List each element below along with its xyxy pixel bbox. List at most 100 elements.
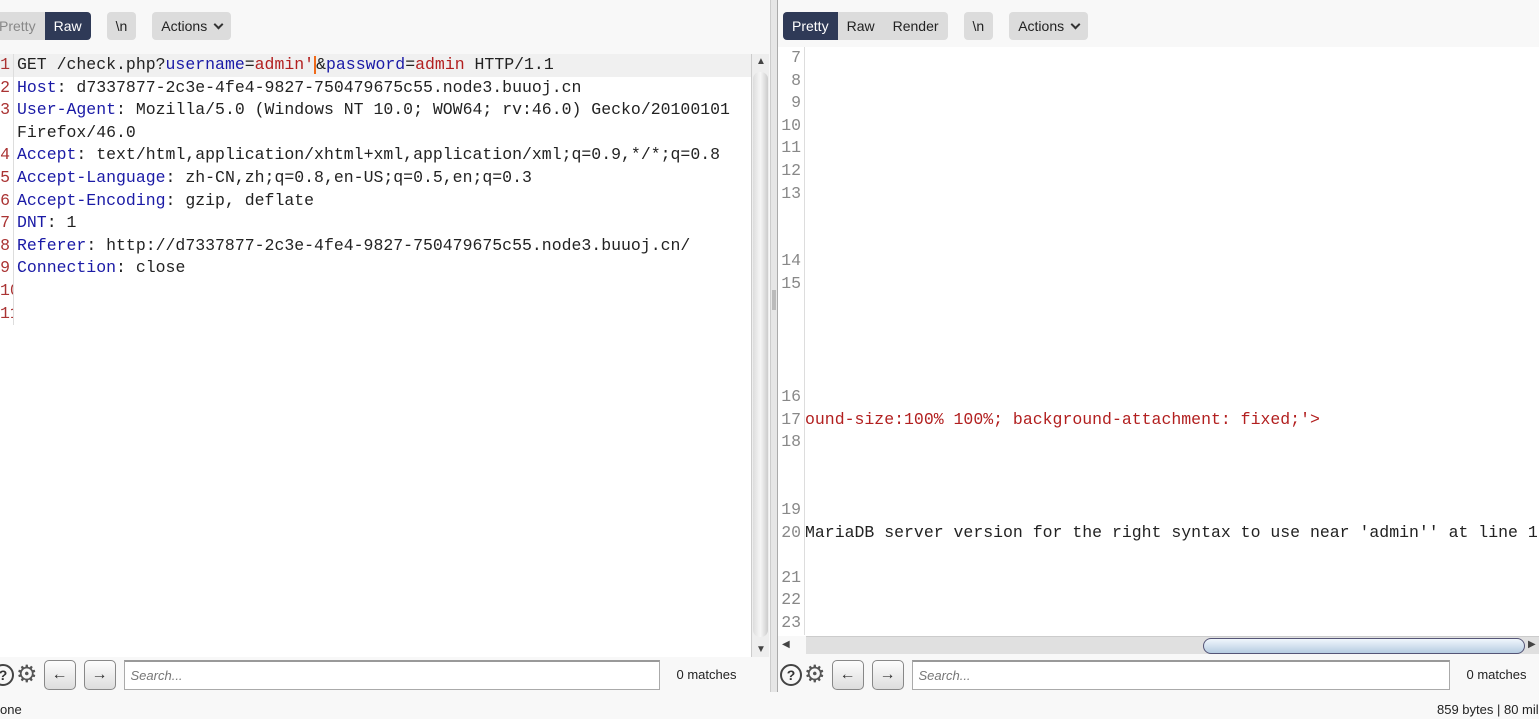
response-editor[interactable]: 7 8 9 10 11 12 13 14 15 16 17 ound-size:100% 100%; … [778, 47, 1539, 636]
line-number: 10 [778, 114, 805, 138]
editor-line: 19 [778, 498, 1539, 522]
line-number: 7 [778, 47, 805, 70]
header-name: Accept-Language [17, 167, 166, 187]
header-value: : d7337877-2c3e-4fe4-9827-750479675c55.n… [56, 77, 582, 97]
header-value: : close [116, 258, 186, 278]
next-match-button[interactable]: → [871, 659, 904, 690]
header-name: DNT [17, 213, 47, 233]
tab-raw[interactable]: Raw [838, 12, 884, 40]
line-number: 22 [778, 589, 805, 612]
editor-line: 12 [778, 159, 1539, 183]
request-editor[interactable]: 1 GET /check.php?username=admin' &password… [0, 54, 751, 657]
editor-line: 17 ound-size:100% 100%; background-attach… [778, 408, 1539, 432]
line-text [802, 160, 805, 183]
response-search-bar: ? ⚙ ← → Search... 0 matches [780, 657, 1527, 692]
editor-line-wrap: Firefox/46.0 [0, 121, 751, 145]
line-text: MariaDB server version for the right syn… [805, 522, 1538, 542]
tab-pretty[interactable]: Pretty [783, 12, 838, 40]
editor-line: 13 [778, 182, 1539, 251]
line-text: ound-size:100% 100%; background-attachme… [805, 409, 1320, 429]
chevron-down-icon [1070, 19, 1081, 30]
previous-match-button[interactable]: ← [43, 659, 76, 690]
line-number: 15 [778, 272, 805, 386]
token: GET /check.php? [17, 55, 166, 74]
line-text [802, 115, 805, 138]
line-number: 20 [778, 521, 805, 567]
request-scrollbar[interactable]: ▲ ▼ [751, 54, 769, 657]
editor-line: 8 [778, 69, 1539, 93]
line-text: Connection: close [14, 257, 185, 280]
line-text [802, 431, 805, 499]
line-number: 2 [0, 76, 14, 100]
token: & [316, 55, 326, 74]
tab-render[interactable]: Render [884, 12, 948, 40]
line-text [802, 273, 805, 386]
search-input[interactable]: Search... [123, 659, 660, 690]
line-text [802, 70, 805, 93]
line-number: 16 [778, 385, 805, 409]
help-icon[interactable]: ? [780, 663, 802, 686]
line-number: 9 [0, 257, 14, 280]
editor-line: 22 [778, 589, 1539, 612]
newline-toggle[interactable]: \n [964, 12, 994, 40]
line-text [802, 386, 805, 409]
line-number: 7 [0, 212, 14, 235]
line-text [14, 303, 17, 326]
tab-pretty[interactable]: Pretty [0, 12, 45, 40]
gear-icon[interactable]: ⚙ [16, 662, 38, 686]
response-toolbar: Pretty Raw Render \n Actions [783, 12, 1104, 40]
next-match-button[interactable]: → [83, 659, 116, 690]
scroll-up-icon[interactable]: ▲ [756, 56, 766, 67]
search-input[interactable]: Search... [911, 659, 1450, 690]
line-text [802, 183, 805, 251]
editor-line: 5 Accept-Language: zh-CN,zh;q=0.8,en-US;q… [0, 166, 751, 190]
line-text: Firefox/46.0 [17, 122, 136, 142]
gear-icon[interactable]: ⚙ [804, 662, 826, 686]
request-search-bar: ? ⚙ ← → Search... 0 matches [0, 657, 737, 692]
line-text [802, 612, 805, 635]
editor-line: 16 [778, 385, 1539, 409]
tab-raw[interactable]: Raw [44, 12, 91, 40]
header-value: : gzip, deflate [165, 190, 315, 210]
line-text: User-Agent: Mozilla/5.0 (Windows NT 10.0… [14, 99, 730, 122]
line-number: 5 [0, 166, 14, 190]
editor-line: 4 Accept: text/html,application/xhtml+xml… [0, 144, 751, 167]
line-number: 1 [0, 54, 14, 77]
request-toolbar: Pretty Raw \n Actions [0, 12, 247, 40]
header-value: : http://d7337877-2c3e-4fe4-9827-7504796… [86, 235, 691, 255]
scroll-right-icon[interactable]: ▶ [1528, 639, 1536, 650]
line-text: DNT: 1 [14, 212, 76, 235]
line-text [802, 250, 805, 273]
panel-divider[interactable] [770, 0, 778, 692]
line-text [802, 92, 805, 115]
token: admin' [254, 55, 315, 74]
line-text: Accept-Encoding: gzip, deflate [14, 190, 314, 213]
line-text [14, 280, 17, 303]
actions-menu[interactable]: Actions [1009, 12, 1088, 40]
help-icon[interactable]: ? [0, 663, 14, 686]
header-value: : Mozilla/5.0 (Windows NT 10.0; WOW64; r… [116, 100, 730, 120]
editor-line: 14 [778, 250, 1539, 273]
header-value: : text/html,application/xhtml+xml,applic… [76, 145, 721, 165]
newline-toggle[interactable]: \n [107, 12, 137, 40]
line-number: 3 [0, 99, 14, 122]
editor-line: 7 DNT: 1 [0, 212, 751, 235]
match-count: 0 matches [1466, 667, 1527, 682]
response-horizontal-scrollbar[interactable]: ◀ ▶ [782, 636, 1539, 654]
header-value: : 1 [46, 213, 77, 233]
scroll-left-icon[interactable]: ◀ [782, 639, 790, 650]
line-number: 8 [0, 234, 14, 258]
actions-menu[interactable]: Actions [152, 12, 231, 40]
header-name: User-Agent [17, 100, 117, 120]
scroll-down-icon[interactable]: ▼ [756, 644, 766, 655]
line-number: 19 [778, 498, 805, 522]
chevron-down-icon [213, 19, 224, 30]
line-text: Referer: http://d7337877-2c3e-4fe4-9827-… [14, 235, 690, 258]
previous-match-button[interactable]: ← [831, 659, 864, 690]
header-value: : zh-CN,zh;q=0.8,en-US;q=0.5,en;q=0.3 [165, 167, 532, 187]
line-text: Accept-Language: zh-CN,zh;q=0.8,en-US;q=… [14, 167, 532, 190]
line-number: 9 [778, 92, 805, 115]
token: password [325, 55, 406, 74]
editor-line: 2 Host: d7337877-2c3e-4fe4-9827-750479675… [0, 76, 751, 100]
line-number [0, 121, 14, 145]
